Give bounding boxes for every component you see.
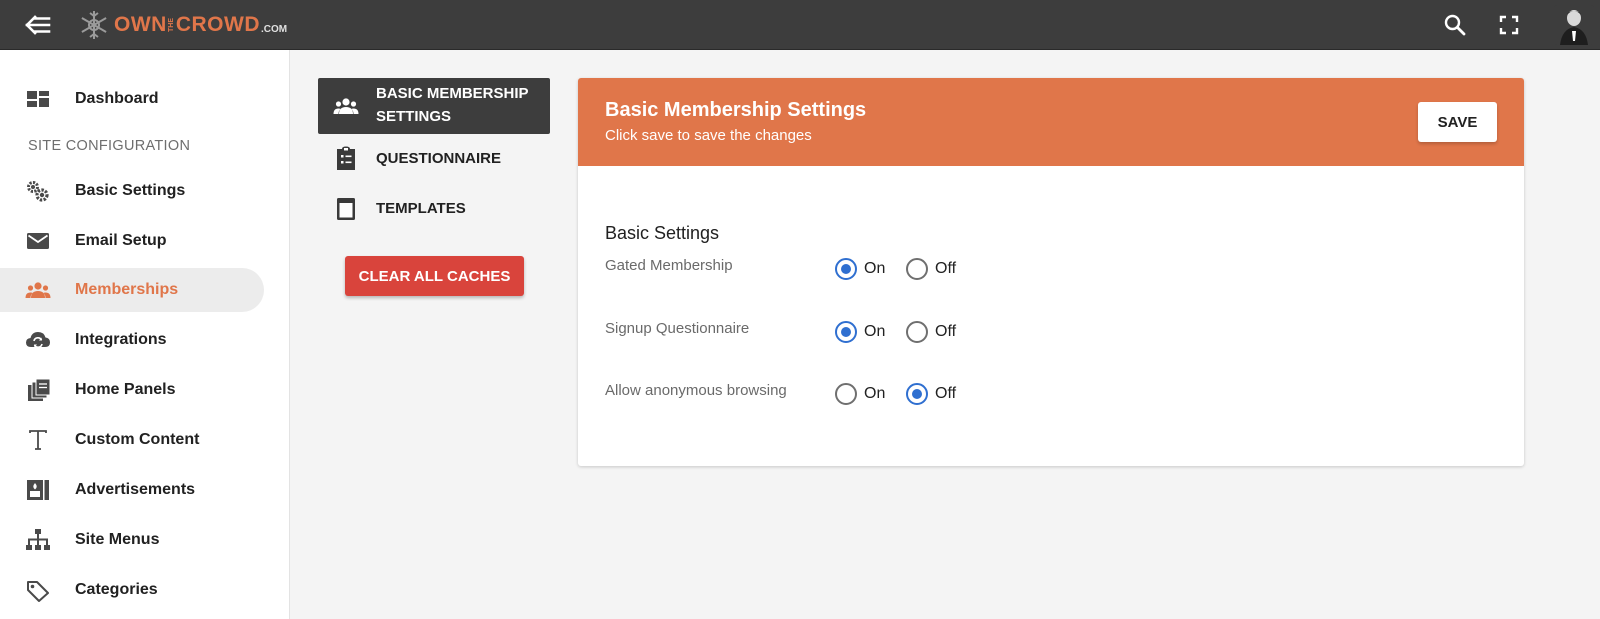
template-icon [337,198,355,220]
sidebar-item-label: Home Panels [75,381,176,398]
sidebar-item-label: Custom Content [75,431,200,448]
cloud-sync-icon [26,332,50,348]
top-bar: OWN THE CROWD .COM [0,0,1600,50]
people-icon [25,282,51,298]
sidebar-item-custom-content[interactable]: Custom Content [0,418,264,462]
radio-label: Off [935,323,957,340]
allow-anonymous-browsing-on-radio[interactable]: On [835,383,885,405]
sidebar-item-label: Basic Settings [75,182,186,199]
sidebar-item-advertisements[interactable]: Advertisements [0,468,264,512]
sidebar-item-basic-settings[interactable]: Basic Settings [0,169,264,213]
sidebar-item-label: Dashboard [75,90,159,107]
tag-icon [27,581,49,602]
gears-icon [27,181,49,202]
tab-templates[interactable]: TEMPLATES [318,194,550,224]
sidebar: Dashboard SITE CONFIGURATION Basic Setti… [0,50,290,619]
user-avatar[interactable] [1554,5,1594,45]
sidebar-item-label: Categories [75,581,158,598]
signup-questionnaire-on-radio[interactable]: On [835,321,885,343]
sidebar-item-label: Integrations [75,331,167,348]
tab-questionnaire[interactable]: QUESTIONNAIRE [318,144,550,174]
site-logo[interactable]: OWN THE CROWD .COM [78,9,287,41]
card-title: Basic Membership Settings [605,99,867,121]
radio-circle [906,383,928,405]
setting-label-signup-questionnaire: Signup Questionnaire [605,320,750,337]
radio-circle [906,258,928,280]
fullscreen-icon[interactable] [1497,13,1521,37]
section-title: Basic Settings [605,223,720,243]
panels-icon [28,378,51,401]
logo-com: .COM [260,23,288,35]
logo-own: OWN [114,13,167,36]
ad-icon [27,480,49,500]
radio-circle [835,321,857,343]
tab-label: TEMPLATES [376,200,466,217]
card-subtitle: Click save to save the changes [605,127,812,144]
radio-label: On [864,323,886,340]
card-header: Basic Membership Settings Click save to … [578,78,1524,166]
setting-label-gated-membership: Gated Membership [605,257,733,274]
radio-circle [906,321,928,343]
radio-circle [835,383,857,405]
search-icon[interactable] [1443,13,1467,37]
logo-crowd: CROWD [175,13,260,36]
tab-label: BASIC MEMBERSHIP SETTINGS [376,85,529,125]
envelope-icon [27,233,49,249]
sidebar-section-title: SITE CONFIGURATION [28,138,191,154]
sidebar-item-integrations[interactable]: Integrations [0,318,264,362]
sitemap-icon [26,529,50,550]
dashboard-icon [27,91,49,107]
gated-membership-on-radio[interactable]: On [835,258,885,280]
people-icon [333,98,359,114]
setting-label-allow-anonymous-browsing: Allow anonymous browsing [605,382,787,399]
sidebar-item-label: Email Setup [75,232,167,249]
sidebar-item-email-setup[interactable]: Email Setup [0,219,264,263]
sidebar-item-label: Site Menus [75,531,160,548]
radio-circle [835,258,857,280]
sidebar-item-dashboard[interactable]: Dashboard [0,77,264,121]
radio-label: Off [935,385,957,402]
radio-label: On [864,385,886,402]
radio-label: Off [935,260,957,277]
sidebar-item-categories[interactable]: Categories [0,568,264,612]
sidebar-item-label: Advertisements [75,481,196,498]
save-button[interactable]: SAVE [1418,102,1497,142]
sidebar-item-home-panels[interactable]: Home Panels [0,368,264,412]
allow-anonymous-browsing-off-radio[interactable]: Off [906,383,956,405]
sidebar-item-label: Memberships [75,281,179,298]
clipboard-list-icon [337,146,355,170]
text-icon [29,430,47,450]
logo-the: THE [167,18,175,32]
radio-label: On [864,260,886,277]
tab-basic-membership-settings[interactable]: BASIC MEMBERSHIP SETTINGS [318,78,550,134]
snowflake-logo-icon [81,11,107,39]
back-menu-icon[interactable] [24,12,52,38]
signup-questionnaire-off-radio[interactable]: Off [906,321,956,343]
gated-membership-off-radio[interactable]: Off [906,258,956,280]
sidebar-item-memberships[interactable]: Memberships [0,268,264,312]
sidebar-item-site-menus[interactable]: Site Menus [0,518,264,562]
tab-label: QUESTIONNAIRE [376,150,502,167]
settings-card: Basic Membership Settings Click save to … [578,78,1524,466]
clear-all-caches-button[interactable]: CLEAR ALL CACHES [345,256,524,296]
